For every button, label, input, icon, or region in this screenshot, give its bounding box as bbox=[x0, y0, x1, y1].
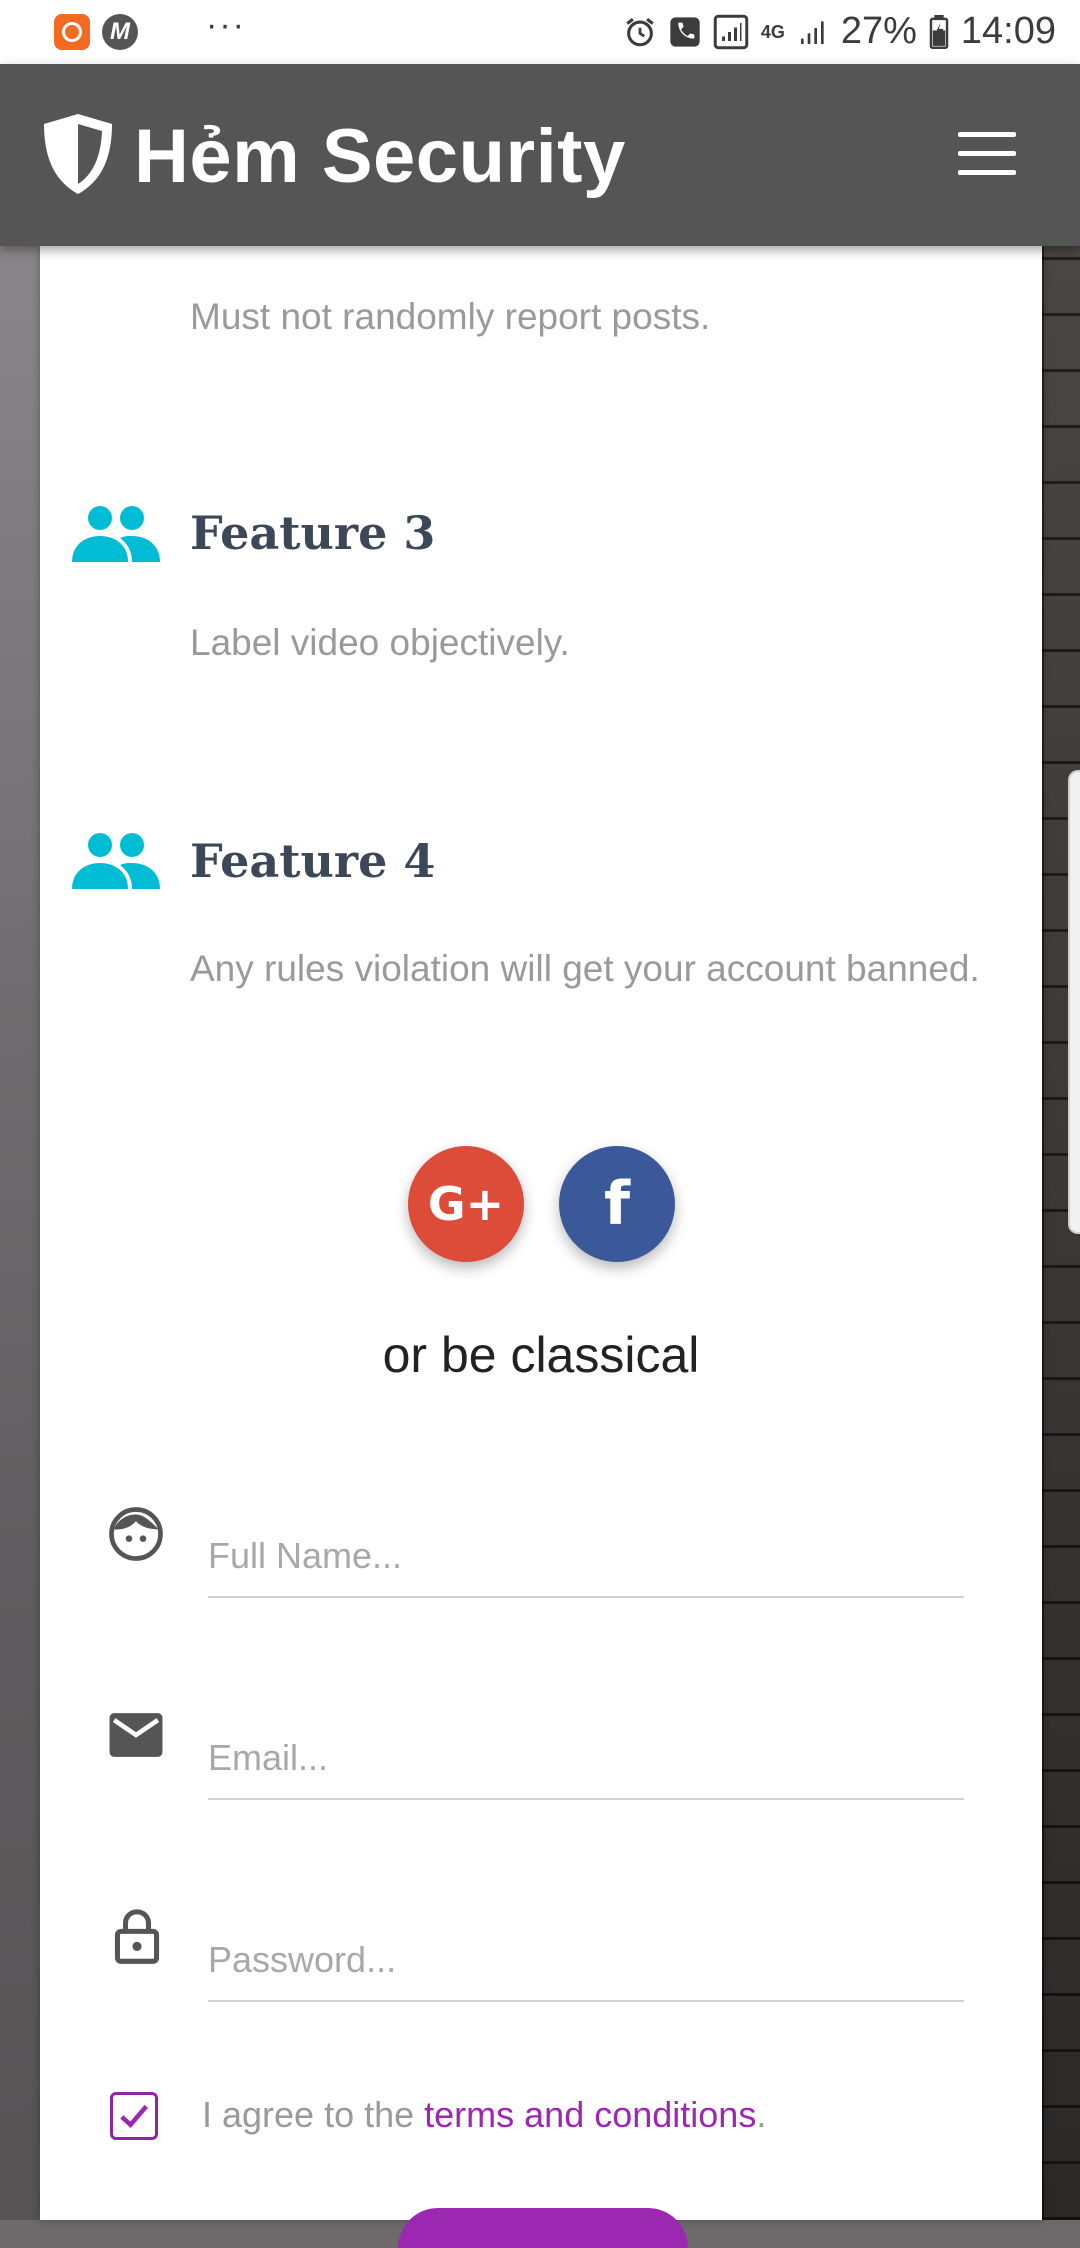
agree-suffix: . bbox=[756, 2094, 767, 2135]
feature-3-description: Label video objectively. bbox=[190, 622, 570, 663]
check-icon bbox=[120, 2104, 148, 2129]
people-icon bbox=[70, 831, 162, 896]
feature-4-title: Feature 4 bbox=[190, 834, 436, 888]
facebook-icon: f bbox=[603, 1169, 631, 1239]
battery-percent: 27% bbox=[840, 10, 917, 52]
google-plus-button[interactable]: G+ bbox=[408, 1146, 524, 1262]
full-name-input[interactable] bbox=[208, 1516, 964, 1596]
face-icon bbox=[108, 1506, 164, 1567]
alternate-signup-text: or be classical bbox=[382, 1327, 700, 1383]
feature-4-description: Any rules violation will get your accoun… bbox=[190, 948, 980, 989]
m-app-icon: M bbox=[102, 14, 138, 50]
network-type-label: 4G bbox=[760, 21, 785, 42]
shield-icon bbox=[40, 112, 116, 201]
background-left bbox=[0, 246, 40, 2220]
people-icon bbox=[70, 504, 162, 569]
terms-checkbox[interactable] bbox=[110, 2092, 158, 2140]
app-bar: Hẻm Security bbox=[0, 64, 1080, 246]
terms-link[interactable]: terms and conditions bbox=[424, 2094, 756, 2135]
hamburger-icon-line bbox=[958, 151, 1016, 156]
feature-3-title: Feature 3 bbox=[190, 506, 436, 560]
password-field[interactable] bbox=[208, 1920, 964, 2002]
email-input[interactable] bbox=[208, 1718, 964, 1798]
lock-icon bbox=[114, 1908, 160, 1969]
more-notifications-indicator: ··· bbox=[206, 6, 246, 44]
agree-prefix: I agree to the bbox=[202, 2094, 425, 2135]
alarm-icon bbox=[623, 15, 657, 49]
hamburger-icon-line bbox=[958, 132, 1016, 137]
clock: 14:09 bbox=[960, 10, 1056, 52]
status-bar: M ··· 4G 27% 14:09 bbox=[0, 0, 1080, 64]
get-started-button[interactable] bbox=[398, 2208, 688, 2248]
email-icon bbox=[108, 1712, 164, 1763]
signal-box-icon bbox=[713, 14, 749, 50]
mi-app-icon bbox=[54, 14, 90, 50]
edge-panel-handle[interactable] bbox=[1068, 770, 1080, 1234]
cellular-signal-icon bbox=[797, 16, 829, 48]
call-icon bbox=[669, 16, 701, 48]
full-name-field[interactable] bbox=[208, 1516, 964, 1598]
email-field[interactable] bbox=[208, 1718, 964, 1800]
google-plus-icon: G+ bbox=[427, 1177, 505, 1231]
battery-charging-icon bbox=[929, 14, 949, 49]
password-input[interactable] bbox=[208, 1920, 964, 2000]
brand[interactable]: Hẻm Security bbox=[40, 112, 626, 201]
main-card: Must not randomly report posts. Feature … bbox=[40, 246, 1042, 2248]
facebook-button[interactable]: f bbox=[559, 1146, 675, 1262]
feature-2-description: Must not randomly report posts. bbox=[190, 296, 711, 337]
hamburger-icon-line bbox=[958, 170, 1016, 175]
terms-agreement-text: I agree to the terms and conditions. bbox=[202, 2094, 766, 2136]
app-title: Hẻm Security bbox=[134, 114, 626, 199]
menu-button[interactable] bbox=[958, 132, 1016, 176]
